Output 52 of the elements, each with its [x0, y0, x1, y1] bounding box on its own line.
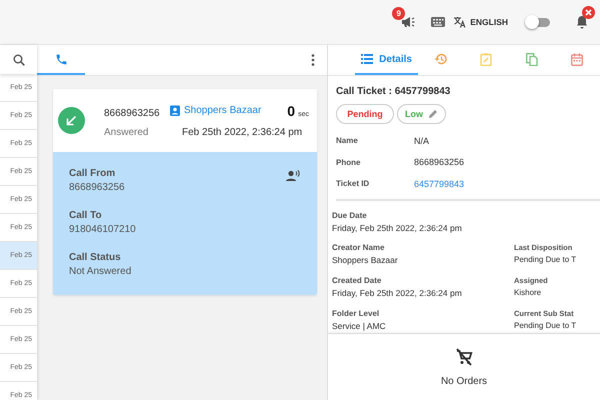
- search-icon[interactable]: [12, 54, 24, 66]
- field-value: Pending Due to T: [514, 321, 576, 330]
- field-label: Phone: [336, 158, 362, 167]
- calendar-icon[interactable]: [571, 52, 584, 66]
- language-label[interactable]: ENGLISH: [470, 17, 508, 27]
- call-datetime: Feb 25th 2022, 2:36:24 pm: [182, 127, 302, 138]
- field-value: Kishore: [514, 288, 542, 298]
- details-tab[interactable]: Details: [355, 45, 418, 75]
- ticket-title: Call Ticket : 6457799843: [336, 86, 452, 97]
- copy-icon[interactable]: [526, 52, 538, 66]
- megaphone-icon[interactable]: [401, 16, 416, 28]
- field-value: Service | AMC: [332, 321, 386, 332]
- field-value: N/A: [414, 136, 430, 146]
- cart-off-icon: [455, 348, 473, 366]
- field-label: Ticket ID: [336, 179, 370, 188]
- field-label: Call Status: [69, 252, 121, 263]
- pencil-icon[interactable]: [428, 109, 438, 119]
- call-duration: 0: [287, 103, 296, 119]
- field-label: Call From: [69, 168, 116, 179]
- more-options-icon[interactable]: [311, 54, 315, 66]
- phone-icon[interactable]: [54, 52, 68, 66]
- phone-number: 8668963256: [104, 108, 161, 119]
- field-value: Pending Due to T: [514, 255, 576, 264]
- field-value: 8668963256: [414, 157, 464, 168]
- field-label: Call To: [69, 210, 102, 221]
- field-label: Name: [336, 136, 359, 146]
- incoming-call-icon: [58, 107, 85, 134]
- field-label: Creator Name: [332, 243, 384, 252]
- field-label: Folder Level: [332, 309, 380, 318]
- field-value: Friday, Feb 25th 2022, 2:36:24 pm: [332, 222, 462, 232]
- keyboard-icon[interactable]: [431, 17, 446, 27]
- list-icon[interactable]: [361, 54, 374, 64]
- field-value: Not Answered: [69, 266, 132, 277]
- field-value: Friday, Feb 25th 2022, 2:36:24 pm: [332, 288, 462, 298]
- contact-link[interactable]: Shoppers Bazaar: [170, 105, 262, 116]
- voice-user-icon: [286, 170, 300, 181]
- empty-orders-text: No Orders: [440, 376, 488, 386]
- call-status: Answered: [104, 127, 150, 138]
- bell-icon[interactable]: [576, 15, 588, 29]
- notification-badge: 9: [392, 7, 406, 20]
- translate-icon[interactable]: [453, 16, 466, 28]
- close-icon[interactable]: [582, 6, 595, 19]
- field-label: Due Date: [332, 210, 367, 220]
- field-label: Created Date: [332, 276, 382, 286]
- contact-card-icon: [170, 105, 180, 116]
- field-value: 8668963256: [69, 182, 125, 193]
- history-icon[interactable]: [434, 53, 448, 65]
- ticket-id-link[interactable]: 6457799843: [414, 178, 464, 189]
- field-value: 918046107210: [69, 224, 136, 235]
- toggle-switch[interactable]: [528, 18, 550, 26]
- status-chip[interactable]: Pending: [336, 104, 394, 124]
- field-value: Shoppers Bazaar: [332, 255, 398, 266]
